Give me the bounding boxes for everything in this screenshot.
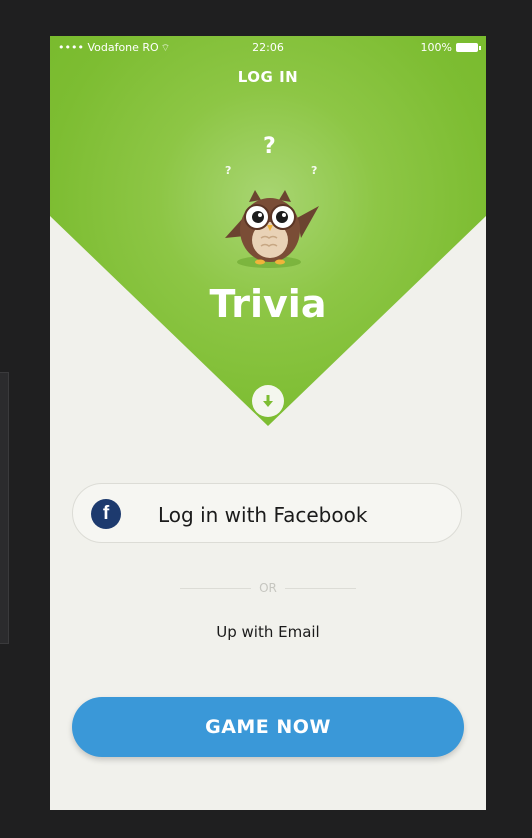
or-divider: OR xyxy=(180,580,357,596)
phone-screen: •••• Vodafone RO ⌔ 22:06 100% LOG IN ? ? … xyxy=(50,36,486,810)
battery-icon xyxy=(456,43,481,52)
battery-status: 100% xyxy=(420,41,481,54)
facebook-icon: f xyxy=(91,499,121,529)
question-mark: ? xyxy=(263,134,276,159)
game-now-button[interactable]: GAME NOW xyxy=(72,697,464,757)
arrow-down-icon xyxy=(263,395,273,407)
side-panel xyxy=(0,372,9,644)
email-signup-link[interactable]: Up with Email xyxy=(50,623,486,641)
or-label: OR xyxy=(259,581,277,595)
scroll-down-button[interactable] xyxy=(252,385,284,417)
status-bar: •••• Vodafone RO ⌔ 22:06 100% xyxy=(50,36,486,58)
facebook-login-label: Log in with Facebook xyxy=(158,503,368,527)
question-mark: ? xyxy=(225,164,232,177)
divider-line xyxy=(284,587,357,589)
page-title: LOG IN xyxy=(237,68,299,86)
divider-line xyxy=(180,587,252,589)
facebook-login-button[interactable]: f Log in with Facebook xyxy=(72,483,462,543)
battery-percent: 100% xyxy=(420,41,452,54)
owl-icon xyxy=(225,190,319,268)
app-name: Trivia xyxy=(209,282,327,326)
question-mark: ? xyxy=(311,164,318,177)
